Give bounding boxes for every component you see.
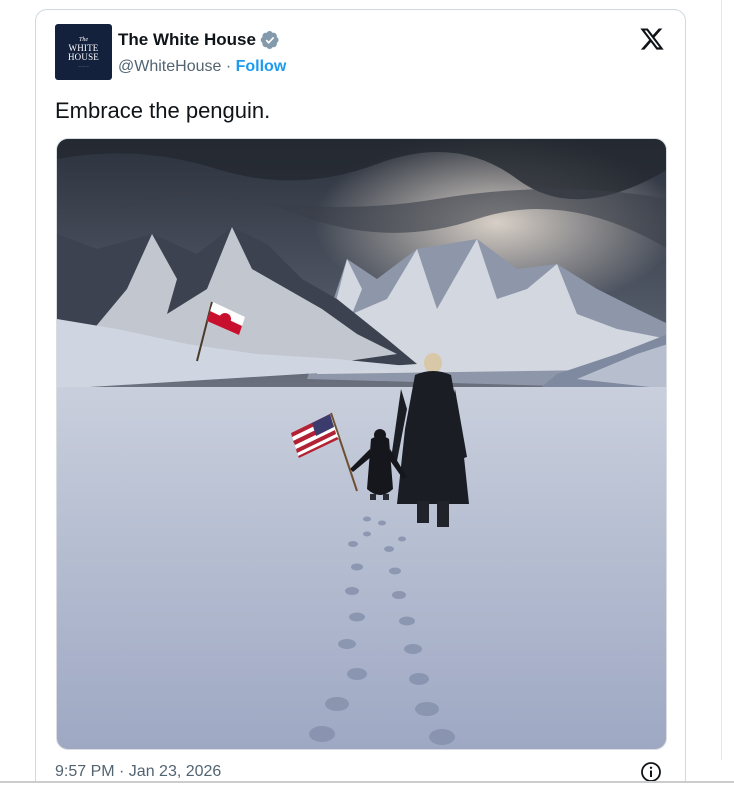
page: The WHITE HOUSE — — — The White House @W…	[0, 0, 734, 789]
author-handle[interactable]: @WhiteHouse	[118, 58, 221, 75]
tweet-timestamp[interactable]: 9:57 PM · Jan 23, 2026	[55, 763, 221, 781]
avatar-text-house: HOUSE	[67, 51, 99, 62]
author-handle-row: @WhiteHouse · Follow	[118, 58, 286, 76]
window-bottom-border	[0, 781, 734, 789]
x-logo-icon[interactable]	[639, 26, 665, 52]
author-name-row: The White House	[118, 30, 280, 50]
tweet-embed-card[interactable]: The WHITE HOUSE — — — The White House @W…	[35, 9, 686, 789]
avatar-text-the: The	[79, 36, 88, 43]
avatar-subtext: — — —	[78, 63, 89, 68]
avatar[interactable]: The WHITE HOUSE — — —	[55, 24, 112, 80]
follow-button[interactable]: Follow	[236, 58, 287, 75]
author-name[interactable]: The White House	[118, 30, 256, 50]
scrollbar-track	[721, 0, 722, 760]
handle-separator: ·	[221, 58, 236, 75]
tweet-text: Embrace the penguin.	[55, 98, 271, 123]
media-artwork	[57, 139, 666, 749]
tweet-media-image[interactable]	[56, 138, 667, 750]
verified-badge-icon	[260, 31, 279, 49]
